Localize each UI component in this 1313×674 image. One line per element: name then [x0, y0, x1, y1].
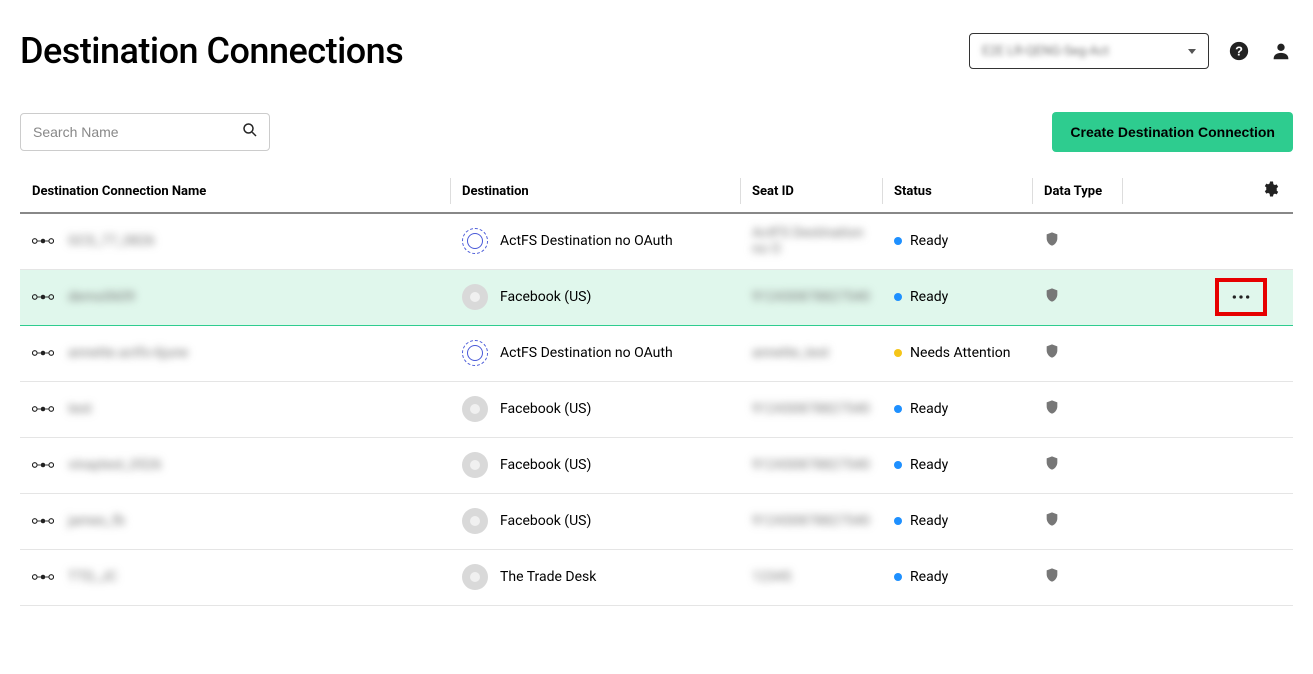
status-dot-icon [894, 517, 902, 525]
destination-name: ActFS Destination no OAuth [500, 345, 673, 361]
connection-icon [32, 516, 54, 526]
shield-icon [1044, 397, 1060, 417]
search-input-wrap [20, 113, 270, 151]
connection-icon [32, 292, 54, 302]
seat-id: 912430878827540 [752, 457, 870, 473]
shield-icon [1044, 285, 1060, 305]
table-settings-icon[interactable] [1261, 187, 1279, 202]
status-text: Ready [910, 457, 948, 473]
status-text: Ready [910, 513, 948, 529]
destination-logo-icon [462, 340, 488, 366]
page-title: Destination Connections [20, 30, 403, 72]
destination-logo-icon [462, 396, 488, 422]
connection-name: test [68, 401, 92, 417]
connection-icon [32, 236, 54, 246]
shield-icon [1044, 453, 1060, 473]
connection-name: annette.actfs-6june [68, 345, 188, 361]
destination-logo-icon [462, 228, 488, 254]
connection-icon [32, 460, 54, 470]
status-dot-icon [894, 349, 902, 357]
help-icon[interactable]: ? [1227, 39, 1251, 63]
connection-name: james_fb [68, 513, 125, 529]
status-text: Ready [910, 289, 948, 305]
destination-logo-icon [462, 452, 488, 478]
seat-id: 912430878827540 [752, 401, 870, 417]
shield-icon [1044, 565, 1060, 585]
destination-logo-icon [462, 284, 488, 310]
destination-name: Facebook (US) [500, 401, 591, 417]
account-select-value: E2E LR-QENG-Seg-Act [982, 44, 1109, 59]
account-select[interactable]: E2E LR-QENG-Seg-Act [969, 33, 1209, 69]
status-dot-icon [894, 405, 902, 413]
status-dot-icon [894, 573, 902, 581]
status-text: Needs Attention [910, 345, 1010, 361]
connection-icon [32, 404, 54, 414]
destination-name: Facebook (US) [500, 513, 591, 529]
status-dot-icon [894, 237, 902, 245]
seat-id: 912430878827540 [752, 289, 870, 305]
column-header-status[interactable]: Status [882, 170, 1032, 213]
shield-icon [1044, 509, 1060, 529]
column-header-datatype[interactable]: Data Type [1032, 170, 1122, 213]
connection-name: vinaytest_0526 [68, 457, 162, 473]
column-header-seat[interactable]: Seat ID [740, 170, 882, 213]
svg-text:?: ? [1235, 44, 1243, 59]
seat-id: 912430878827540 [752, 513, 870, 529]
search-icon [241, 121, 259, 143]
table-row[interactable]: annette.actfs-6june ActFS Destination no … [20, 325, 1293, 381]
table-row[interactable]: demo0609 Facebook (US) 912430878827540 Read… [20, 269, 1293, 325]
seat-id: ActFS Destination no O [752, 225, 863, 257]
status-text: Ready [910, 233, 948, 249]
shield-icon [1044, 229, 1060, 249]
connections-table: Destination Connection Name Destination … [20, 170, 1293, 606]
row-actions-button[interactable] [1227, 286, 1255, 308]
seat-id: 12345 [752, 569, 791, 585]
table-row[interactable]: james_fb Facebook (US) 912430878827540 Read… [20, 493, 1293, 549]
search-input[interactable] [31, 123, 231, 141]
connection-name: GCS_77_0826 [68, 233, 155, 249]
connection-name: TTD_JC [68, 569, 117, 585]
shield-icon [1044, 341, 1060, 361]
row-actions-highlight [1215, 278, 1267, 316]
destination-name: Facebook (US) [500, 457, 591, 473]
destination-name: The Trade Desk [500, 569, 596, 585]
destination-logo-icon [462, 564, 488, 590]
seat-id: annette_test [752, 345, 829, 361]
destination-name: Facebook (US) [500, 289, 591, 305]
table-row[interactable]: test Facebook (US) 912430878827540 Ready [20, 381, 1293, 437]
fade-overlay [0, 644, 1313, 674]
destination-name: ActFS Destination no OAuth [500, 233, 673, 249]
status-text: Ready [910, 401, 948, 417]
destination-logo-icon [462, 508, 488, 534]
table-row[interactable]: GCS_77_0826 ActFS Destination no OAuth Act… [20, 213, 1293, 269]
connection-name: demo0609 [68, 289, 135, 305]
status-text: Ready [910, 569, 948, 585]
table-row[interactable]: TTD_JC The Trade Desk 12345 Ready [20, 549, 1293, 605]
connection-icon [32, 572, 54, 582]
status-dot-icon [894, 461, 902, 469]
column-header-name[interactable]: Destination Connection Name [20, 170, 450, 213]
chevron-down-icon [1188, 49, 1196, 54]
user-icon[interactable] [1269, 39, 1293, 63]
create-destination-button[interactable]: Create Destination Connection [1052, 112, 1293, 152]
status-dot-icon [894, 293, 902, 301]
column-header-destination[interactable]: Destination [450, 170, 740, 213]
table-row[interactable]: vinaytest_0526 Facebook (US) 9124308788275… [20, 437, 1293, 493]
connection-icon [32, 348, 54, 358]
